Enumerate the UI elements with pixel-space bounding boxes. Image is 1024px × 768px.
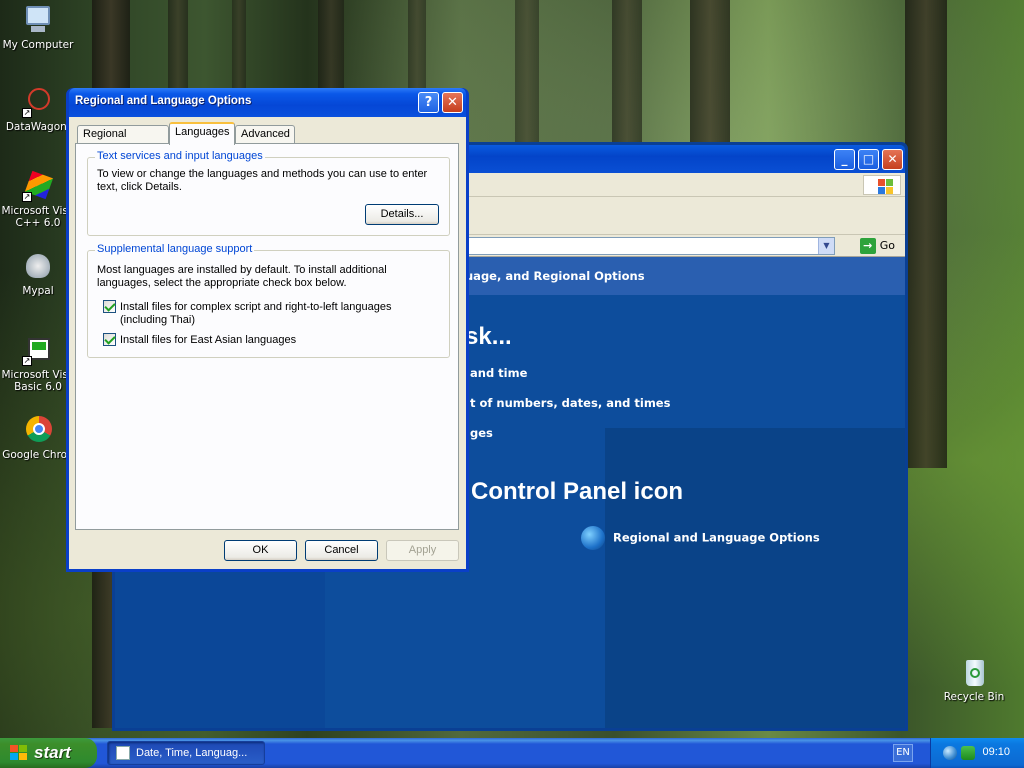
details-button[interactable]: Details... bbox=[365, 204, 439, 225]
tab-advanced[interactable]: Advanced bbox=[235, 125, 295, 144]
complex-script-label[interactable]: Install files for complex script and rig… bbox=[120, 301, 439, 327]
go-button[interactable]: → Go bbox=[859, 237, 895, 255]
dialog-title-bar[interactable]: Regional and Language Options ? ✕ bbox=[69, 88, 466, 117]
cancel-button[interactable]: Cancel bbox=[305, 540, 378, 561]
network-icon[interactable] bbox=[943, 746, 957, 760]
datawagon-icon: ↗ bbox=[22, 86, 54, 118]
dialog-title: Regional and Language Options bbox=[75, 95, 252, 107]
apply-button[interactable]: Apply bbox=[386, 540, 459, 561]
text-services-description: To view or change the languages and meth… bbox=[97, 168, 428, 193]
desktop-icon-label: Mypal bbox=[22, 285, 54, 297]
desktop-icon-label: Recycle Bin bbox=[943, 691, 1005, 703]
windows-logo-icon bbox=[10, 745, 28, 761]
taskbar: start Date, Time, Languag... EN 09:10 bbox=[0, 738, 1024, 768]
globe-icon bbox=[581, 526, 605, 550]
desktop-icon-mypal[interactable]: Mypal bbox=[0, 250, 76, 297]
visual-cpp-icon: ↗ bbox=[22, 170, 54, 202]
desktop-icon-recycle-bin[interactable]: Recycle Bin bbox=[936, 656, 1012, 703]
visual-basic-icon: ↗ bbox=[22, 334, 54, 366]
desktop-icon-my-computer[interactable]: My Computer bbox=[0, 4, 76, 51]
task-link-date-time[interactable]: and time bbox=[470, 366, 527, 380]
desktop-icon-label: My Computer bbox=[2, 39, 74, 51]
east-asian-label[interactable]: Install files for East Asian languages bbox=[120, 334, 439, 347]
system-tray: 09:10 bbox=[930, 738, 1024, 768]
go-arrow-icon: → bbox=[859, 238, 876, 254]
chevron-down-icon[interactable]: ▼ bbox=[818, 238, 834, 254]
desktop-icon-label: Microsoft Visu C++ 6.0 bbox=[1, 205, 75, 229]
close-button[interactable]: ✕ bbox=[442, 92, 463, 113]
close-button[interactable]: ✕ bbox=[882, 149, 903, 170]
desktop-icon-google-chrome[interactable]: Google Chron bbox=[0, 414, 76, 461]
shortcut-arrow-icon: ↗ bbox=[22, 192, 32, 202]
desktop-icon-visual-basic[interactable]: ↗ Microsoft Visu Basic 6.0 bbox=[0, 334, 76, 393]
complex-script-checkbox[interactable] bbox=[103, 300, 116, 313]
computer-icon bbox=[22, 4, 54, 36]
start-button[interactable]: start bbox=[0, 738, 97, 768]
help-button[interactable]: ? bbox=[418, 92, 439, 113]
desktop-icon-visual-cpp[interactable]: ↗ Microsoft Visu C++ 6.0 bbox=[0, 170, 76, 229]
ok-button[interactable]: OK bbox=[224, 540, 297, 561]
east-asian-checkbox[interactable] bbox=[103, 333, 116, 346]
supplemental-language-group: Supplemental language support Most langu… bbox=[87, 243, 450, 358]
task-link-languages[interactable]: ges bbox=[470, 426, 493, 440]
content-decoration bbox=[605, 428, 905, 728]
group-label: Supplemental language support bbox=[95, 243, 255, 255]
supplemental-description: Most languages are installed by default.… bbox=[97, 264, 387, 289]
shortcut-arrow-icon: ↗ bbox=[22, 108, 32, 118]
languages-tab-panel: Text services and input languages To vie… bbox=[75, 143, 459, 530]
group-label: Text services and input languages bbox=[95, 150, 265, 162]
maximize-button[interactable]: □ bbox=[858, 149, 879, 170]
regional-language-dialog[interactable]: Regional and Language Options ? ✕ Region… bbox=[66, 88, 469, 572]
tab-languages[interactable]: Languages bbox=[169, 122, 235, 145]
task-link-number-format[interactable]: t of numbers, dates, and times bbox=[470, 396, 670, 410]
tab-regional-options[interactable]: Regional Options bbox=[77, 125, 169, 157]
desktop-icon-label: Google Chron bbox=[2, 449, 74, 461]
security-shield-icon[interactable] bbox=[961, 746, 975, 760]
taskbar-window-button[interactable]: Date, Time, Languag... bbox=[107, 741, 265, 765]
dialog-body: Regional Options Languages Advanced Text… bbox=[69, 117, 466, 569]
desktop-icon-label: Microsoft Visu Basic 6.0 bbox=[1, 369, 75, 393]
control-panel-icon-heading: Control Panel icon bbox=[471, 478, 684, 505]
minimize-button[interactable]: _ bbox=[834, 149, 855, 170]
clock[interactable]: 09:10 bbox=[982, 746, 1010, 758]
desktop-icon-label: DataWagon. bbox=[5, 121, 71, 133]
window-icon bbox=[116, 746, 130, 760]
recycle-bin-icon bbox=[958, 656, 990, 688]
windows-flag-icon bbox=[863, 175, 901, 195]
desktop-icon-datawagon[interactable]: ↗ DataWagon. bbox=[0, 86, 76, 133]
regional-language-options-link[interactable]: Regional and Language Options bbox=[581, 526, 820, 550]
chrome-icon bbox=[22, 414, 54, 446]
mypal-icon bbox=[22, 250, 54, 282]
text-services-group: Text services and input languages To vie… bbox=[87, 150, 450, 236]
shortcut-arrow-icon: ↗ bbox=[22, 356, 32, 366]
task-heading: sk... bbox=[465, 323, 512, 350]
language-indicator[interactable]: EN bbox=[893, 744, 913, 762]
